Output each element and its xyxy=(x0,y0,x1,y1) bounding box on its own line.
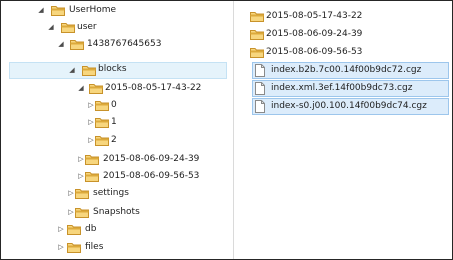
tree-item-1438767645653[interactable]: ◢ 1438767645653 xyxy=(57,36,227,53)
collapsed-arrow-icon[interactable]: ▷ xyxy=(77,168,85,185)
collapsed-arrow-icon[interactable]: ▷ xyxy=(67,204,75,221)
folder-icon xyxy=(67,224,81,235)
tree-item-label: settings xyxy=(93,188,129,198)
tree-item-label: db xyxy=(85,224,97,234)
folder-icon xyxy=(85,171,99,182)
tree-item-label: 1438767645653 xyxy=(87,39,162,49)
expanded-arrow-icon[interactable]: ◢ xyxy=(68,62,76,79)
tree-item-label: 2015-08-05-17-43-22 xyxy=(105,83,202,93)
collapsed-arrow-icon[interactable]: ▷ xyxy=(67,185,75,202)
collapsed-arrow-icon[interactable]: ▷ xyxy=(57,221,65,238)
tree-item-blocks[interactable]: ◢ blocks xyxy=(9,62,227,79)
navigation-tree-pane[interactable]: ◢ UserHome ◢ user ◢ 1438767645653 ◢ bloc… xyxy=(1,1,233,259)
content-item-label: 2015-08-05-17-43-22 xyxy=(266,11,363,21)
tree-item-settings[interactable]: ▷ settings xyxy=(67,185,227,202)
content-file-index-xml[interactable]: index.xml.3ef.14f00b9dc73.cgz xyxy=(252,80,449,97)
tree-item-label: blocks xyxy=(98,64,127,74)
folder-icon xyxy=(85,154,99,165)
tree-item-label: 0 xyxy=(111,100,117,110)
content-item-label: index-s0.j00.100.14f00b9dc74.cgz xyxy=(271,101,427,111)
file-explorer-window: ◢ UserHome ◢ user ◢ 1438767645653 ◢ bloc… xyxy=(0,0,453,260)
expanded-arrow-icon[interactable]: ◢ xyxy=(47,19,55,36)
tree-item-label: 2015-08-06-09-56-53 xyxy=(103,171,200,181)
folder-icon xyxy=(95,100,109,111)
folder-icon xyxy=(75,207,89,218)
folder-icon xyxy=(95,135,109,146)
folder-icon xyxy=(67,242,81,253)
folder-icon xyxy=(61,22,75,33)
folder-icon xyxy=(70,39,84,50)
content-folder-2015-08-06-09-24-39[interactable]: 2015-08-06-09-24-39 xyxy=(250,26,449,43)
expanded-arrow-icon[interactable]: ◢ xyxy=(77,80,85,97)
tree-item-2[interactable]: ▷ 2 xyxy=(87,132,227,149)
folder-icon xyxy=(250,29,264,40)
tree-item-label: 2015-08-06-09-24-39 xyxy=(103,154,200,164)
collapsed-arrow-icon[interactable]: ▷ xyxy=(77,151,85,168)
tree-item-label: UserHome xyxy=(69,5,117,15)
tree-item-db[interactable]: ▷ db xyxy=(57,221,227,238)
file-icon xyxy=(255,64,265,77)
tree-item-label: Snapshots xyxy=(93,207,140,217)
collapsed-arrow-icon[interactable]: ▷ xyxy=(87,97,95,114)
tree-item-2015-08-06-09-24-39[interactable]: ▷ 2015-08-06-09-24-39 xyxy=(77,151,227,168)
tree-item-label: user xyxy=(77,22,97,32)
folder-icon xyxy=(250,11,264,22)
folder-icon xyxy=(51,5,65,16)
tree-item-1[interactable]: ▷ 1 xyxy=(87,114,227,131)
tree-item-label: 2 xyxy=(111,135,117,145)
content-file-index-s0[interactable]: index-s0.j00.100.14f00b9dc74.cgz xyxy=(252,98,449,115)
collapsed-arrow-icon[interactable]: ▷ xyxy=(87,132,95,149)
folder-icon xyxy=(89,83,103,94)
folder-icon xyxy=(75,188,89,199)
expanded-arrow-icon[interactable]: ◢ xyxy=(37,2,45,19)
expanded-arrow-icon[interactable]: ◢ xyxy=(57,36,65,53)
content-item-label: 2015-08-06-09-56-53 xyxy=(266,47,363,57)
tree-item-2015-08-06-09-56-53[interactable]: ▷ 2015-08-06-09-56-53 xyxy=(77,168,227,185)
folder-icon xyxy=(95,117,109,128)
collapsed-arrow-icon[interactable]: ▷ xyxy=(87,114,95,131)
tree-item-label: files xyxy=(85,242,104,252)
tree-item-label: 1 xyxy=(111,117,117,127)
tree-item-0[interactable]: ▷ 0 xyxy=(87,97,227,114)
content-folder-2015-08-05-17-43-22[interactable]: 2015-08-05-17-43-22 xyxy=(250,8,449,25)
tree-item-2015-08-05-17-43-22[interactable]: ◢ 2015-08-05-17-43-22 xyxy=(77,80,227,97)
collapsed-arrow-icon[interactable]: ▷ xyxy=(57,239,65,256)
file-icon xyxy=(255,82,265,95)
folder-icon xyxy=(250,47,264,58)
content-item-label: index.xml.3ef.14f00b9dc73.cgz xyxy=(271,83,413,93)
tree-item-user[interactable]: ◢ user xyxy=(47,19,227,36)
tree-item-userhome[interactable]: ◢ UserHome xyxy=(37,2,227,19)
content-folder-2015-08-06-09-56-53[interactable]: 2015-08-06-09-56-53 xyxy=(250,44,449,61)
content-file-index-b2b[interactable]: index.b2b.7c00.14f00b9dc72.cgz xyxy=(252,62,449,79)
content-item-label: 2015-08-06-09-24-39 xyxy=(266,29,363,39)
tree-item-files[interactable]: ▷ files xyxy=(57,239,227,256)
content-pane[interactable]: 2015-08-05-17-43-22 2015-08-06-09-24-39 … xyxy=(234,1,452,259)
tree-item-snapshots[interactable]: ▷ Snapshots xyxy=(67,204,227,221)
file-icon xyxy=(255,100,265,113)
folder-icon xyxy=(82,65,96,76)
content-item-label: index.b2b.7c00.14f00b9dc72.cgz xyxy=(271,65,422,75)
